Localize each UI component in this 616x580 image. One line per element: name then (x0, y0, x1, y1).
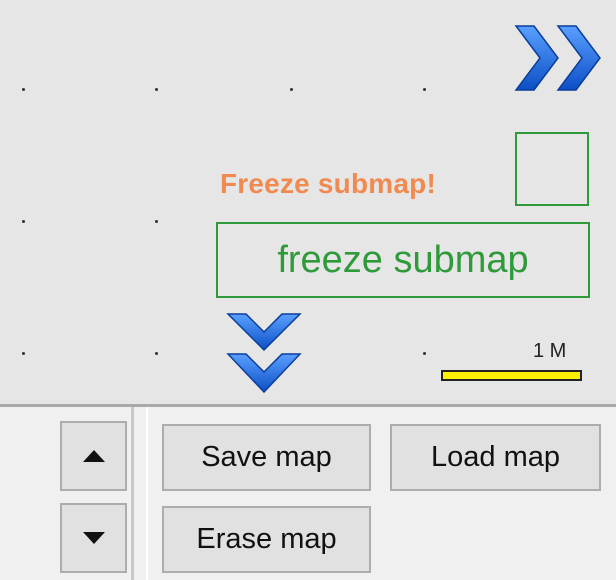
freeze-submap-checkbox[interactable] (515, 132, 589, 206)
panel-divider (0, 404, 616, 407)
grid-dot (155, 88, 158, 91)
scroll-down-button[interactable] (60, 503, 127, 573)
scale-label: 1 M (533, 340, 567, 362)
double-chevron-right-icon[interactable] (512, 18, 608, 98)
freeze-submap-button[interactable]: freeze submap (216, 222, 590, 298)
double-chevron-down-icon[interactable] (226, 310, 302, 396)
map-view[interactable]: Freeze submap! freeze submap 1 M (0, 0, 616, 405)
grid-dot (290, 88, 293, 91)
grid-dot (423, 88, 426, 91)
triangle-down-icon (82, 532, 105, 544)
grid-dot (423, 352, 426, 355)
panel-separator (131, 407, 134, 580)
freeze-submap-label: Freeze submap! (220, 168, 436, 199)
scroll-up-button[interactable] (60, 421, 127, 491)
triangle-up-icon (82, 450, 105, 462)
grid-dot (155, 352, 158, 355)
grid-dot (22, 88, 25, 91)
save-map-button[interactable]: Save map (162, 424, 371, 491)
scale-bar (441, 370, 582, 381)
grid-dot (155, 220, 158, 223)
erase-map-button[interactable]: Erase map (162, 506, 371, 573)
grid-dot (22, 220, 25, 223)
grid-dot (22, 352, 25, 355)
panel-separator-highlight (146, 407, 148, 580)
load-map-button[interactable]: Load map (390, 424, 601, 491)
